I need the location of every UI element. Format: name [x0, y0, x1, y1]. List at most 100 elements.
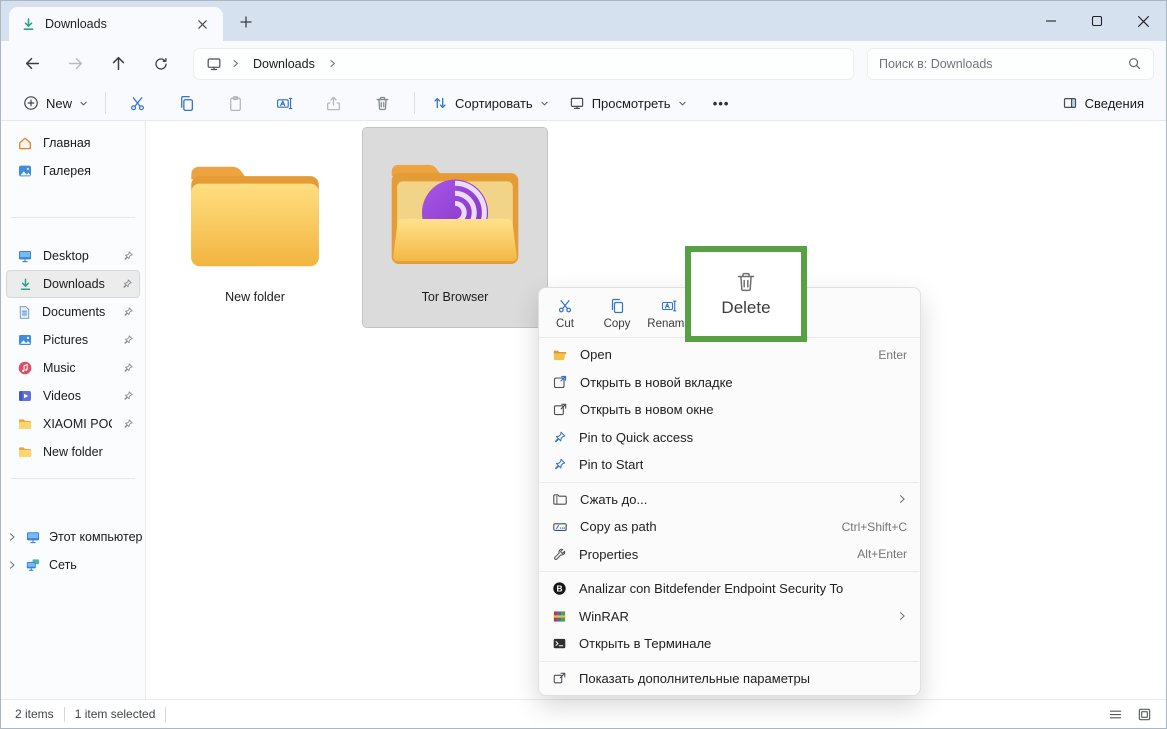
chevron-right-icon: [328, 59, 337, 68]
sidebar-item-this-pc[interactable]: Этот компьютер: [1, 523, 145, 551]
delete-button[interactable]: [363, 88, 403, 118]
sidebar-item-gallery[interactable]: Галерея: [6, 157, 140, 185]
pin-icon: [552, 457, 567, 472]
new-button[interactable]: New: [13, 88, 98, 118]
sidebar-item-xiaomi-poco[interactable]: XIAOMI POCO F: [6, 410, 140, 438]
desktop-icon: [17, 248, 33, 264]
gallery-icon: [17, 163, 33, 179]
sidebar-item-label: Videos: [43, 389, 81, 403]
sidebar-item-label: Этот компьютер: [49, 530, 142, 544]
view-button[interactable]: Просмотреть: [559, 88, 697, 118]
paste-button[interactable]: [216, 88, 256, 118]
rename-button[interactable]: [265, 88, 305, 118]
chevron-right-icon: [231, 59, 240, 68]
context-menu-cut-button[interactable]: Cut: [539, 298, 591, 330]
sidebar-spacer: [1, 185, 145, 217]
maximize-button[interactable]: [1074, 1, 1120, 41]
sidebar-item-documents[interactable]: Documents: [6, 298, 140, 326]
sidebar-item-label: Documents: [42, 305, 105, 319]
status-bar: 2 items 1 item selected: [1, 699, 1166, 728]
cut-button[interactable]: [118, 88, 158, 118]
menu-item-label: Open: [580, 347, 612, 362]
refresh-button[interactable]: [142, 48, 180, 80]
svg-text:B: B: [556, 584, 562, 594]
thumbnail-view-toggle-icon[interactable]: [1137, 707, 1152, 722]
videos-icon: [17, 388, 33, 404]
context-menu-item-copy-as-path[interactable]: Copy as path Ctrl+Shift+C: [539, 513, 920, 541]
compress-folder-icon: [552, 491, 568, 507]
address-bar[interactable]: Downloads: [193, 48, 854, 80]
chevron-down-icon: [540, 99, 549, 108]
menu-item-shortcut: Alt+Enter: [857, 547, 907, 561]
sidebar-item-videos[interactable]: Videos: [6, 382, 140, 410]
search-input[interactable]: Поиск в: Downloads: [867, 48, 1154, 80]
context-menu-item-pin-start[interactable]: Pin to Start: [539, 451, 920, 479]
breadcrumb-downloads[interactable]: Downloads: [249, 55, 319, 73]
context-menu-item-show-more-options[interactable]: Показать дополнительные параметры: [539, 665, 920, 693]
context-menu: Cut Copy Rename Open Enter: [538, 287, 921, 696]
new-button-label: New: [46, 96, 72, 111]
copy-path-icon: [552, 519, 568, 535]
sidebar-item-downloads[interactable]: Downloads: [6, 270, 140, 298]
sidebar-item-home[interactable]: Главная: [6, 129, 140, 157]
close-button[interactable]: [1120, 1, 1166, 41]
list-view-toggle-icon[interactable]: [1108, 707, 1123, 722]
context-menu-item-winrar[interactable]: WinRAR: [539, 603, 920, 631]
file-tile-new-folder[interactable]: New folder: [175, 128, 335, 327]
copy-button[interactable]: [167, 88, 207, 118]
explorer-tab-downloads[interactable]: Downloads: [9, 7, 223, 41]
plus-circle-icon: [23, 95, 39, 111]
title-bar: Downloads: [1, 1, 1166, 41]
up-button[interactable]: [99, 48, 137, 80]
minimize-button[interactable]: [1028, 1, 1074, 41]
details-pane-button[interactable]: Сведения: [1052, 88, 1154, 118]
tab-close-icon[interactable]: [191, 13, 213, 35]
context-menu-delete-button[interactable]: Delete: [721, 270, 770, 318]
sidebar-item-label: Pictures: [43, 333, 88, 347]
chevron-right-icon[interactable]: [7, 560, 17, 570]
share-button[interactable]: [314, 88, 354, 118]
sidebar: Главная Галерея Desktop: [1, 121, 146, 699]
context-menu-item-open-new-window[interactable]: Открыть в новом окне: [539, 396, 920, 424]
sidebar-item-label: Desktop: [43, 249, 89, 263]
sidebar-item-network[interactable]: Сеть: [1, 551, 145, 579]
menu-item-label: WinRAR: [579, 609, 629, 624]
context-menu-item-properties[interactable]: Properties Alt+Enter: [539, 541, 920, 569]
menu-item-label: Открыть в новой вкладке: [580, 375, 733, 390]
computer-icon: [25, 529, 41, 545]
context-menu-copy-button[interactable]: Copy: [591, 298, 643, 330]
toolbar-divider: [414, 92, 415, 114]
context-menu-item-pin-quick-access[interactable]: Pin to Quick access: [539, 424, 920, 452]
window-controls: [1028, 1, 1166, 41]
sidebar-item-music[interactable]: Music: [6, 354, 140, 382]
folder-open-tor-icon: [377, 128, 533, 288]
menu-item-label: Показать дополнительные параметры: [579, 671, 810, 686]
menu-separator: [540, 482, 919, 483]
menu-separator: [540, 661, 919, 662]
context-menu-item-bitdefender-scan[interactable]: B Analizar con Bitdefender Endpoint Secu…: [539, 575, 920, 603]
monitor-icon: [206, 56, 222, 72]
file-tile-tor-browser[interactable]: Tor Browser: [363, 128, 547, 327]
sidebar-item-desktop[interactable]: Desktop: [6, 242, 140, 270]
forward-button[interactable]: [56, 48, 94, 80]
folder-icon: [17, 416, 33, 432]
view-button-label: Просмотреть: [592, 96, 671, 111]
more-options-button[interactable]: •••: [701, 88, 741, 118]
context-menu-item-compress[interactable]: Сжать до...: [539, 486, 920, 514]
new-tab-button[interactable]: [233, 10, 259, 34]
sort-button[interactable]: Сортировать: [422, 88, 559, 118]
context-menu-item-open-new-tab[interactable]: Открыть в новой вкладке: [539, 369, 920, 397]
chevron-right-icon[interactable]: [7, 532, 17, 542]
context-menu-list: Open Enter Открыть в новой вкладке Откры…: [539, 338, 920, 692]
sidebar-item-new-folder[interactable]: New folder: [6, 438, 140, 466]
sidebar-item-pictures[interactable]: Pictures: [6, 326, 140, 354]
back-button[interactable]: [13, 48, 51, 80]
music-icon: [17, 360, 33, 376]
winrar-icon: [552, 609, 567, 624]
context-menu-item-open-in-terminal[interactable]: Открыть в Терминале: [539, 630, 920, 658]
terminal-icon: [552, 636, 567, 651]
context-menu-item-open[interactable]: Open Enter: [539, 341, 920, 369]
file-name: Tor Browser: [422, 290, 489, 304]
sidebar-item-label: Music: [43, 361, 76, 375]
file-name: New folder: [225, 290, 285, 304]
